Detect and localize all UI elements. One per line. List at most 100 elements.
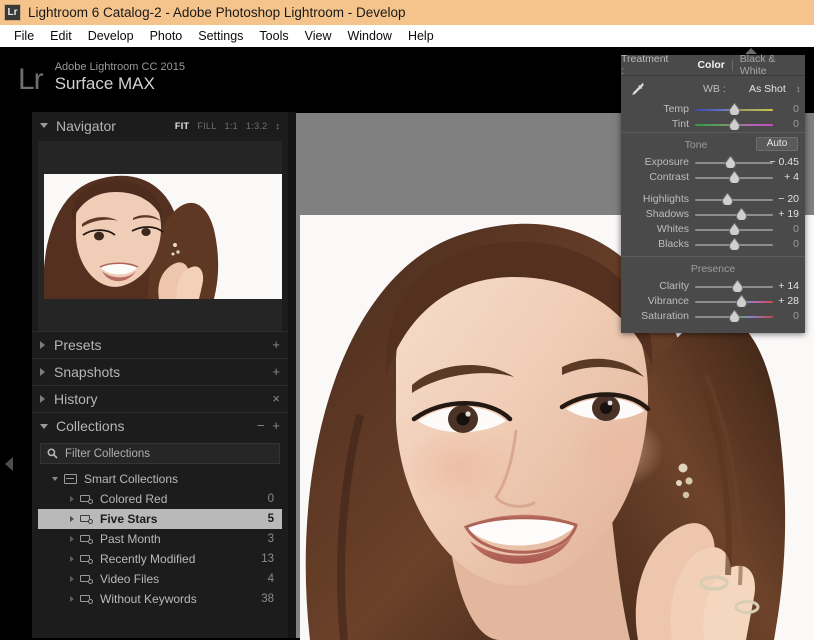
zoom-fit[interactable]: FIT (175, 121, 189, 131)
collection-group-label: Smart Collections (84, 472, 179, 486)
clear-history-button[interactable]: × (272, 392, 280, 405)
chevron-right-icon (40, 341, 45, 349)
left-panel-scrollbar[interactable] (288, 112, 296, 638)
slider-saturation-label: Saturation (641, 310, 689, 322)
collections-title: Collections (56, 418, 125, 434)
auto-tone-button[interactable]: Auto (756, 137, 798, 151)
slider-vibrance-value: + 28 (778, 295, 799, 307)
slider-contrast[interactable]: Contrast + 4 (621, 170, 805, 184)
collection-label: Recently Modified (100, 552, 196, 566)
slider-saturation-thumb[interactable] (728, 310, 740, 322)
menu-edit[interactable]: Edit (42, 27, 80, 45)
section-divider (621, 256, 805, 257)
slider-highlights-thumb[interactable] (722, 193, 734, 205)
wb-label: WB : (703, 82, 726, 95)
collection-group-smart-collections[interactable]: Smart Collections (38, 469, 282, 489)
identity-name: Surface MAX (54, 74, 155, 93)
basic-adjustments-panel: Treatment : Color Black & White WB : As … (621, 53, 805, 333)
smart-collection-icon (80, 534, 93, 544)
menu-file[interactable]: File (6, 27, 42, 45)
menu-view[interactable]: View (297, 27, 340, 45)
zoom-stepper-icon[interactable]: ↕ (276, 121, 281, 131)
slider-temp[interactable]: Temp 0 (621, 102, 805, 116)
wb-dropdown-icon[interactable]: ↕ (796, 84, 801, 94)
chevron-right-icon (40, 368, 45, 376)
slider-saturation[interactable]: Saturation 0 (621, 309, 805, 323)
collections-body: Filter Collections Smart Collections Col… (32, 443, 288, 613)
panel-header-snapshots[interactable]: Snapshots + (32, 358, 288, 385)
collection-item-colored-red[interactable]: Colored Red 0 (38, 489, 282, 509)
filter-collections-placeholder: Filter Collections (65, 447, 150, 460)
smart-collection-icon (80, 514, 93, 524)
wb-value[interactable]: As Shot (749, 83, 786, 95)
slider-vibrance[interactable]: Vibrance + 28 (621, 294, 805, 308)
window-title-bar: Lr Lightroom 6 Catalog-2 - Adobe Photosh… (0, 0, 814, 25)
remove-collection-button[interactable]: − (257, 419, 265, 432)
panel-header-presets[interactable]: Presets + (32, 331, 288, 358)
slider-tint-thumb[interactable] (728, 118, 740, 130)
collection-item-video-files[interactable]: Video Files 4 (38, 569, 282, 589)
chevron-down-icon (40, 423, 48, 429)
slider-temp-thumb[interactable] (728, 103, 740, 115)
collection-label: Without Keywords (100, 592, 197, 606)
slider-tint-label: Tint (671, 118, 689, 130)
add-preset-button[interactable]: + (272, 338, 280, 351)
menu-help[interactable]: Help (400, 27, 442, 45)
slider-shadows-thumb[interactable] (735, 208, 747, 220)
presets-title: Presets (54, 337, 102, 353)
slider-whites-label: Whites (656, 223, 689, 235)
slider-whites-thumb[interactable] (728, 223, 740, 235)
slider-blacks-thumb[interactable] (728, 238, 740, 250)
slider-temp-value: 0 (793, 103, 799, 115)
zoom-custom[interactable]: 1:3.2 (246, 121, 268, 131)
search-icon (47, 448, 58, 459)
menu-settings[interactable]: Settings (190, 27, 251, 45)
slider-exposure[interactable]: Exposure − 0.45 (621, 155, 805, 169)
menu-tools[interactable]: Tools (251, 27, 296, 45)
menu-photo[interactable]: Photo (142, 27, 191, 45)
collection-item-recently-modified[interactable]: Recently Modified 13 (38, 549, 282, 569)
left-panel-column: Lr Adobe Lightroom CC 2015 Surface MAX N… (0, 47, 296, 638)
slider-saturation-value: 0 (793, 310, 799, 322)
slider-tint[interactable]: Tint 0 (621, 117, 805, 131)
panel-collapse-caret-icon[interactable] (745, 48, 757, 54)
panel-header-collections[interactable]: Collections − + (32, 412, 288, 439)
zoom-1-1[interactable]: 1:1 (225, 121, 238, 131)
slider-clarity[interactable]: Clarity + 14 (621, 279, 805, 293)
collection-item-five-stars[interactable]: Five Stars 5 (38, 509, 282, 529)
identity-plate[interactable]: Lr Adobe Lightroom CC 2015 Surface MAX (18, 61, 185, 95)
navigator-title: Navigator (56, 117, 116, 134)
left-panel-collapse-button[interactable] (5, 457, 19, 475)
slider-clarity-label: Clarity (659, 280, 689, 292)
treatment-color-option[interactable]: Color (690, 59, 731, 71)
collection-item-past-month[interactable]: Past Month 3 (38, 529, 282, 549)
slider-contrast-thumb[interactable] (729, 171, 741, 183)
history-title: History (54, 391, 98, 407)
panel-header-navigator[interactable]: Navigator FIT FILL 1:1 1:3.2 ↕ (32, 112, 288, 139)
slider-shadows[interactable]: Shadows + 19 (621, 207, 805, 221)
eyedropper-icon[interactable] (629, 81, 645, 97)
menu-develop[interactable]: Develop (80, 27, 142, 45)
zoom-fill[interactable]: FILL (197, 121, 216, 131)
slider-clarity-thumb[interactable] (732, 280, 744, 292)
navigator-preview[interactable] (38, 141, 282, 331)
navigator-thumbnail-graphic (44, 174, 282, 299)
slider-highlights[interactable]: Highlights − 20 (621, 192, 805, 206)
add-collection-button[interactable]: + (272, 419, 280, 432)
menu-window[interactable]: Window (339, 27, 399, 45)
filter-collections-input[interactable]: Filter Collections (40, 443, 280, 464)
white-balance-row: WB : As Shot ↕ (621, 76, 805, 101)
panel-header-history[interactable]: History × (32, 385, 288, 412)
chevron-right-icon (70, 516, 74, 522)
treatment-bw-option[interactable]: Black & White (733, 53, 805, 77)
slider-vibrance-thumb[interactable] (735, 295, 747, 307)
slider-whites[interactable]: Whites 0 (621, 222, 805, 236)
collection-count: 13 (261, 553, 274, 565)
slider-blacks[interactable]: Blacks 0 (621, 237, 805, 251)
slider-exposure-thumb[interactable] (725, 156, 737, 168)
collection-label: Colored Red (100, 492, 168, 506)
slider-blacks-value: 0 (793, 238, 799, 250)
add-snapshot-button[interactable]: + (272, 365, 280, 378)
collection-item-without-keywords[interactable]: Without Keywords 38 (38, 589, 282, 609)
section-divider (621, 132, 805, 133)
